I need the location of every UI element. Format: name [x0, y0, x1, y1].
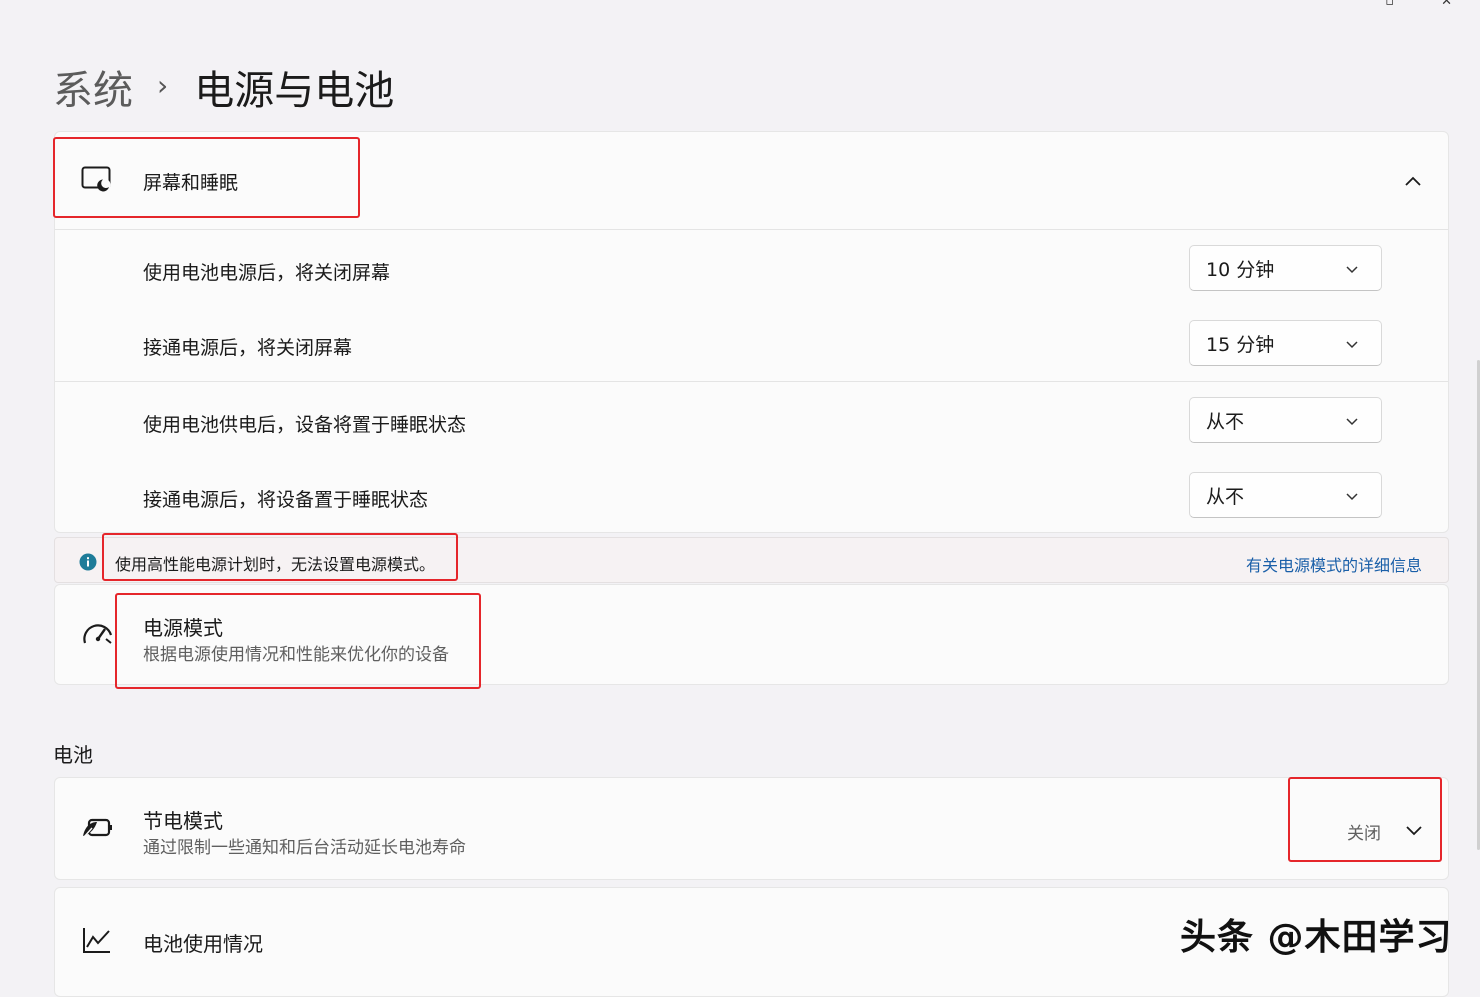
- dropdown-value: 从不: [1206, 485, 1245, 508]
- breadcrumb: 系统 › 电源与电池: [53, 58, 394, 116]
- power-mode-subtitle: 根据电源使用情况和性能来优化你的设备: [143, 645, 449, 665]
- power-mode-card: 电源模式 根据电源使用情况和性能来优化你的设备: [54, 584, 1449, 685]
- divider: [55, 229, 1448, 230]
- battery-saver-status: 关闭: [1347, 824, 1381, 844]
- window-controls: ▫ ✕: [1360, 0, 1480, 10]
- close-icon[interactable]: ✕: [1441, 0, 1452, 9]
- power-mode-title: 电源模式: [143, 616, 223, 640]
- info-bar: 使用高性能电源计划时，无法设置电源模式。 有关电源模式的详细信息: [54, 537, 1449, 583]
- battery-saver-title: 节电模式: [143, 809, 223, 833]
- chevron-up-icon[interactable]: [1404, 172, 1422, 191]
- chevron-down-icon: [1345, 486, 1359, 508]
- dropdown-value: 10 分钟: [1206, 258, 1275, 281]
- watermark: 头条 @木田学习: [1180, 917, 1453, 958]
- restore-icon[interactable]: ▫: [1385, 0, 1394, 9]
- breadcrumb-parent[interactable]: 系统: [53, 58, 133, 116]
- speedometer-icon: [81, 621, 115, 651]
- screen-off-plugged-dropdown[interactable]: 15 分钟: [1189, 320, 1382, 366]
- screen-off-battery-dropdown[interactable]: 10 分钟: [1189, 245, 1382, 291]
- sleep-battery-dropdown[interactable]: 从不: [1189, 397, 1382, 443]
- setting-label: 使用电池电源后，将关闭屏幕: [143, 262, 391, 284]
- breadcrumb-separator: ›: [157, 68, 169, 102]
- screen-sleep-card: 屏幕和睡眠 使用电池电源后，将关闭屏幕 10 分钟 接通电源后，将关闭屏幕 15…: [54, 131, 1449, 533]
- divider: [55, 381, 1448, 382]
- chevron-down-icon: [1345, 259, 1359, 281]
- battery-section-title: 电池: [53, 743, 93, 767]
- setting-label: 接通电源后，将关闭屏幕: [143, 337, 353, 359]
- info-message: 使用高性能电源计划时，无法设置电源模式。: [115, 555, 436, 574]
- sleep-plugged-dropdown[interactable]: 从不: [1189, 472, 1382, 518]
- power-mode-details-link[interactable]: 有关电源模式的详细信息: [1246, 552, 1422, 576]
- dropdown-value: 从不: [1206, 410, 1245, 433]
- setting-label: 使用电池供电后，设备将置于睡眠状态: [143, 414, 467, 436]
- screen-sleep-icon: [81, 166, 113, 196]
- screen-sleep-label: 屏幕和睡眠: [143, 172, 239, 194]
- battery-saver-card[interactable]: 节电模式 通过限制一些通知和后台活动延长电池寿命 关闭: [54, 777, 1449, 880]
- chevron-down-icon[interactable]: [1405, 822, 1423, 841]
- battery-usage-title: 电池使用情况: [143, 932, 263, 956]
- screen-sleep-header[interactable]: 屏幕和睡眠: [55, 132, 1448, 229]
- page-title: 电源与电池: [194, 68, 395, 114]
- chevron-down-icon: [1345, 411, 1359, 433]
- battery-saver-icon: [81, 816, 115, 844]
- info-icon: [79, 553, 97, 575]
- setting-label: 接通电源后，将设备置于睡眠状态: [143, 489, 429, 511]
- dropdown-value: 15 分钟: [1206, 333, 1275, 356]
- chart-icon: [82, 926, 112, 958]
- chevron-down-icon: [1345, 334, 1359, 356]
- battery-saver-subtitle: 通过限制一些通知和后台活动延长电池寿命: [143, 838, 466, 858]
